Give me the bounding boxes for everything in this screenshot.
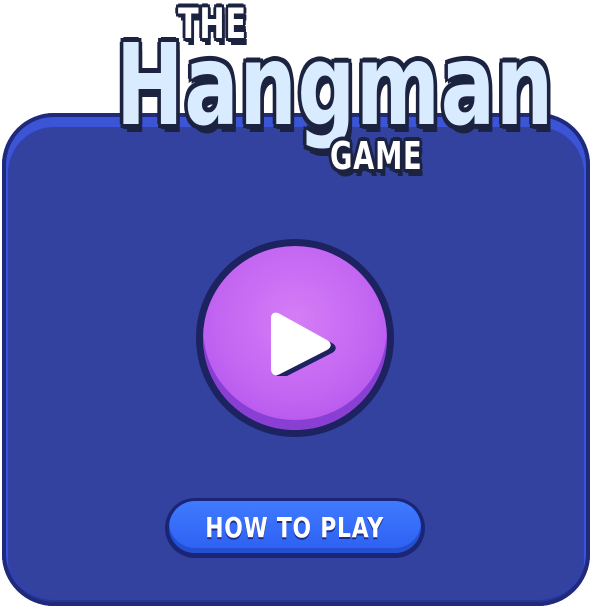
how-to-play-button-face: HOW TO PLAY (169, 501, 421, 553)
play-button-face (203, 246, 387, 430)
how-to-play-label: HOW TO PLAY (205, 510, 385, 544)
game-logo: THE Hangman GAME (108, 0, 553, 190)
play-button[interactable] (196, 239, 394, 437)
logo-hangman-text: Hangman (116, 21, 554, 151)
how-to-play-button[interactable]: HOW TO PLAY (165, 498, 425, 558)
game-menu-screen: THE Hangman GAME HOW TO PLAY (0, 0, 592, 610)
play-icon (271, 312, 336, 376)
logo-game-text: GAME (330, 134, 423, 178)
